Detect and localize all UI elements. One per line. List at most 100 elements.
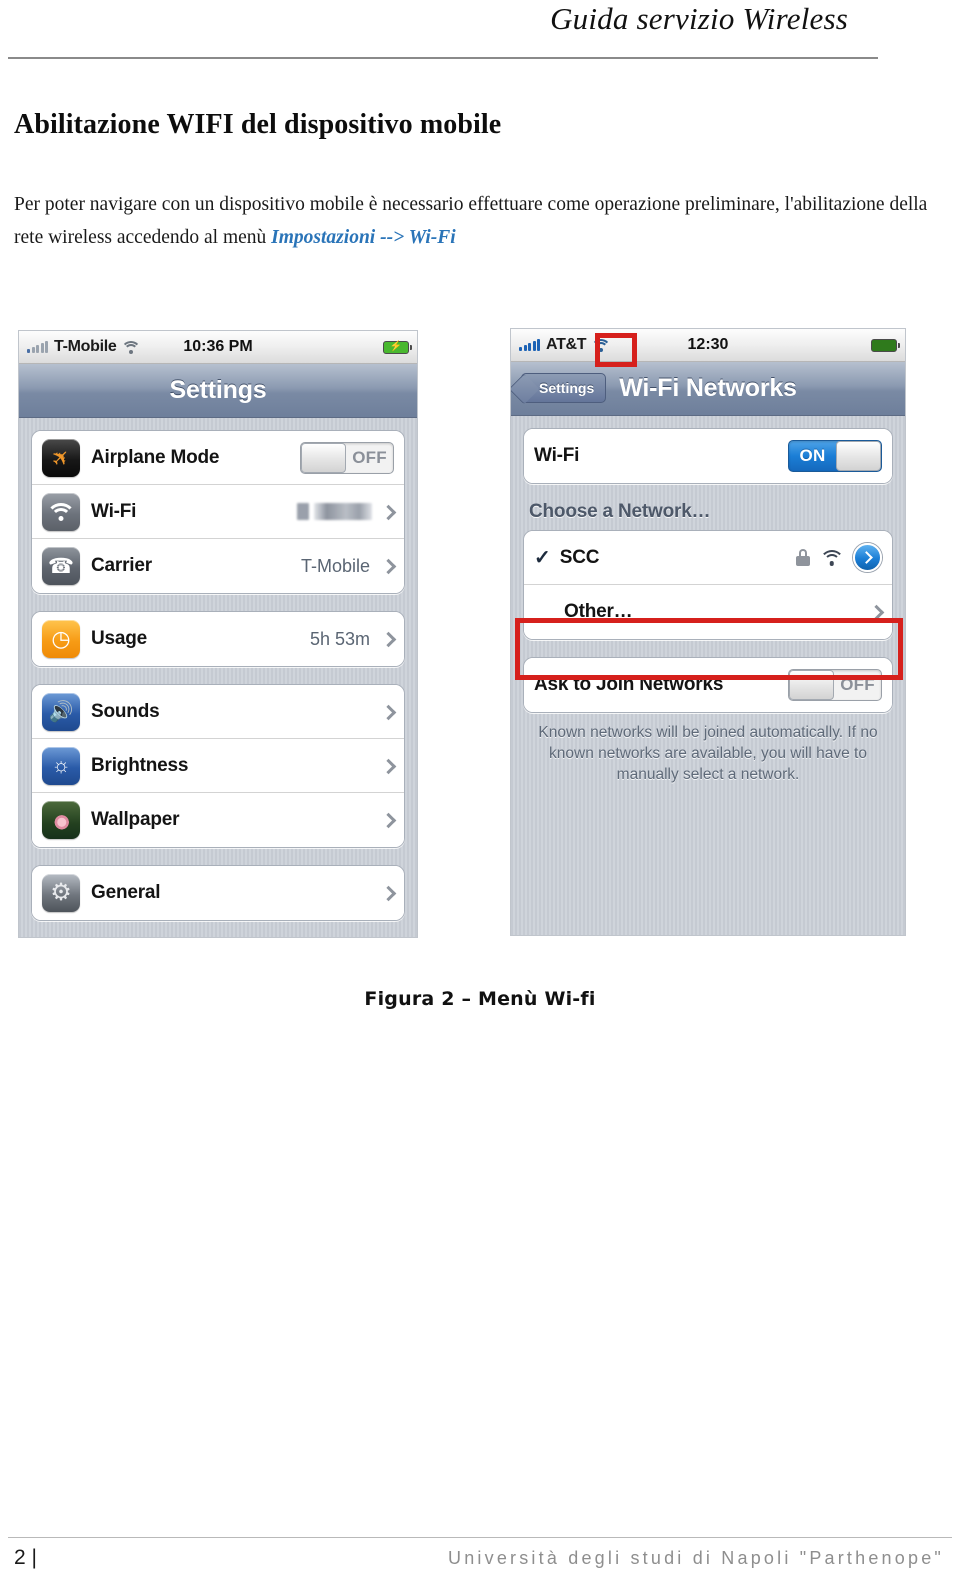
gear-icon: ⚙ — [42, 874, 80, 912]
clock-icon: ◷ — [42, 620, 80, 658]
chevron-right-icon — [382, 630, 394, 648]
ask-to-join-row[interactable]: Ask to Join Networks OFF — [524, 658, 892, 712]
airplane-mode-toggle[interactable]: OFF — [300, 441, 394, 474]
wifi-signal-icon — [819, 549, 844, 566]
figure-caption: Figura 2 – Menù Wi-fi — [364, 988, 596, 1010]
settings-row-wifi[interactable]: Wi-Fi — [32, 485, 404, 539]
settings-row-general[interactable]: ⚙ General — [32, 866, 404, 920]
carrier-name: AT&T — [546, 336, 587, 353]
network-name: Other… — [564, 601, 633, 622]
settings-row-airplane-mode[interactable]: ✈ Airplane Mode OFF — [32, 431, 404, 485]
settings-row-label: Carrier — [91, 555, 152, 576]
chevron-right-icon — [382, 503, 394, 521]
footer-divider — [8, 1537, 952, 1538]
settings-row-wallpaper[interactable]: Wallpaper — [32, 793, 404, 847]
chevron-right-icon — [870, 603, 882, 621]
lock-icon — [796, 549, 810, 566]
settings-group-1: ✈ Airplane Mode OFF Wi-Fi ☎ Carrier T-Mo… — [31, 430, 405, 594]
chevron-right-icon — [382, 557, 394, 575]
chevron-right-icon — [382, 811, 394, 829]
settings-row-label: Sounds — [91, 700, 160, 722]
settings-row-label: Wallpaper — [91, 809, 180, 830]
settings-path-emphasis: Impostazioni --> Wi-Fi — [271, 226, 456, 248]
status-bar-left-group: T-Mobile — [27, 338, 141, 356]
sun-icon: ☼ — [42, 746, 80, 785]
ask-to-join-group: Ask to Join Networks OFF — [523, 657, 893, 713]
document-header-title: Guida servizio Wireless — [550, 1, 848, 36]
status-bar-right-group — [871, 338, 900, 352]
settings-group-2: ◷ Usage 5h 53m — [31, 611, 405, 667]
airplane-icon: ✈ — [42, 438, 80, 477]
battery-charging-icon: ⚡ — [383, 340, 412, 354]
settings-row-label: Brightness — [91, 754, 189, 776]
checkmark-icon: ✓ — [534, 547, 551, 569]
signal-bars-icon — [27, 341, 48, 353]
settings-row-brightness[interactable]: ☼ Brightness — [32, 739, 404, 793]
toggle-state-label: ON — [799, 446, 826, 465]
wifi-list[interactable]: Wi-Fi ON Choose a Network… ✓ SCC Other… — [511, 416, 905, 935]
wifi-value-redacted — [297, 503, 376, 520]
nav-title: Wi-Fi Networks — [619, 374, 797, 402]
wifi-footnote: Known networks will be joined automatica… — [538, 724, 878, 783]
battery-icon — [871, 338, 900, 352]
choose-network-label: Choose a Network… — [529, 501, 711, 522]
back-button-settings[interactable]: Settings — [521, 373, 607, 403]
nav-bar-settings: Settings — [19, 364, 417, 418]
toggle-state-label: OFF — [352, 447, 387, 467]
header-divider — [8, 57, 878, 59]
intro-paragraph: Per poter navigare con un dispositivo mo… — [14, 188, 934, 254]
nav-bar-wifi: Settings Wi-Fi Networks — [511, 362, 905, 416]
signal-bars-icon — [519, 339, 540, 351]
status-bar-right: AT&T 12:30 — [511, 329, 905, 362]
ask-to-join-label: Ask to Join Networks — [534, 674, 724, 695]
settings-row-label: Airplane Mode — [91, 446, 220, 468]
network-name: SCC — [559, 546, 600, 568]
network-details-button[interactable] — [853, 543, 882, 572]
chevron-right-icon — [382, 884, 394, 902]
phone-icon: ☎ — [42, 547, 80, 585]
flower-icon — [42, 801, 80, 839]
settings-row-value: 5h 53m — [309, 628, 370, 649]
screenshot-settings: T-Mobile 10:36 PM ⚡ Settings ✈ Airplane … — [18, 330, 418, 938]
settings-row-usage[interactable]: ◷ Usage 5h 53m — [32, 612, 404, 666]
toggle-knob — [836, 441, 881, 471]
paragraph-text: Per poter navigare con un dispositivo mo… — [14, 193, 928, 248]
settings-list[interactable]: ✈ Airplane Mode OFF Wi-Fi ☎ Carrier T-Mo… — [19, 418, 417, 937]
back-button-label: Settings — [539, 380, 595, 396]
settings-group-3: 🔊 Sounds ☼ Brightness Wallpaper — [31, 684, 405, 848]
speaker-icon: 🔊 — [42, 692, 80, 731]
status-bar-left-group: AT&T — [519, 336, 611, 354]
ask-to-join-toggle[interactable]: OFF — [788, 669, 882, 701]
chevron-right-icon — [382, 757, 394, 775]
settings-row-label: Usage — [91, 628, 148, 649]
toggle-knob — [301, 442, 346, 473]
settings-row-carrier[interactable]: ☎ Carrier T-Mobile — [32, 539, 404, 593]
chevron-right-icon — [382, 703, 394, 721]
wifi-icon — [42, 492, 80, 531]
carrier-name: T-Mobile — [54, 338, 117, 355]
wifi-toggle-group: Wi-Fi ON — [523, 428, 893, 484]
toggle-state-label: OFF — [840, 675, 875, 694]
network-list-group: ✓ SCC Other… — [523, 530, 893, 640]
toggle-knob — [789, 670, 834, 700]
settings-row-value: T-Mobile — [300, 555, 370, 576]
page-title: Abilitazione WIFI del dispositivo mobile — [14, 108, 502, 140]
settings-row-label: Wi-Fi — [91, 500, 137, 522]
wifi-row[interactable]: Wi-Fi ON — [524, 429, 892, 483]
network-row-scc[interactable]: ✓ SCC — [524, 531, 892, 585]
screenshot-wifi-networks: AT&T 12:30 Settings Wi-Fi Networks Wi-Fi… — [510, 328, 906, 936]
network-row-other[interactable]: Other… — [524, 585, 892, 639]
status-bar-left: T-Mobile 10:36 PM ⚡ — [19, 331, 417, 364]
wifi-icon — [590, 338, 611, 352]
page-number: 2 | — [14, 1546, 37, 1569]
page-footer: 2 | Università degli studi di Napoli "Pa… — [0, 1515, 960, 1581]
settings-row-sounds[interactable]: 🔊 Sounds — [32, 685, 404, 739]
wifi-toggle[interactable]: ON — [788, 440, 882, 472]
wifi-icon — [120, 340, 141, 354]
settings-group-4: ⚙ General — [31, 865, 405, 921]
page-header: Guida servizio Wireless — [0, 0, 960, 70]
settings-row-label: General — [91, 882, 161, 903]
wifi-row-label: Wi-Fi — [534, 445, 580, 466]
footer-university-name: Università degli studi di Napoli "Parthe… — [448, 1548, 944, 1568]
nav-title: Settings — [169, 376, 267, 404]
